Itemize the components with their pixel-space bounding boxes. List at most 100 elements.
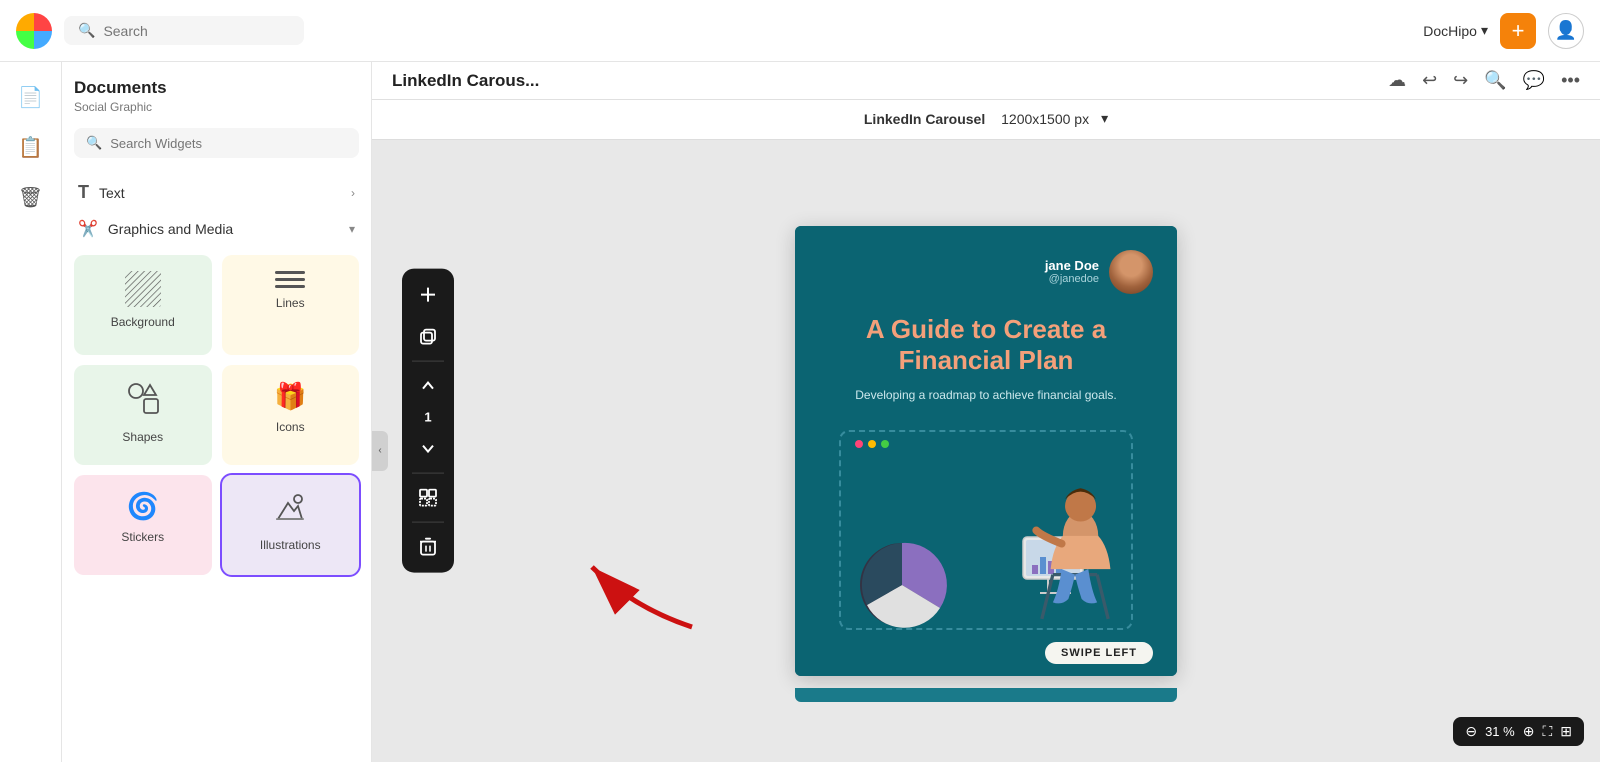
user-profile-button[interactable]: 👤: [1548, 13, 1584, 49]
headline-line2: Financial Plan: [899, 345, 1074, 375]
text-section-icon: T: [78, 182, 89, 203]
card-bottom-bar: [795, 688, 1177, 702]
zoom-in-button[interactable]: ⊕: [1523, 723, 1535, 740]
delete-element-button[interactable]: [408, 526, 448, 566]
background-label: Background: [111, 315, 175, 329]
search-canvas-icon[interactable]: 🔍: [1484, 70, 1506, 91]
graphics-section-label: ✂️ Graphics and Media: [78, 219, 233, 239]
canvas-area: LinkedIn Carous... ☁ ↩ ↪ 🔍 💬 ••• LinkedI…: [372, 62, 1600, 762]
doc-type-label: LinkedIn Carousel: [864, 111, 985, 127]
shapes-label: Shapes: [122, 430, 163, 444]
lines-label: Lines: [276, 296, 305, 310]
card-profile-row: jane Doe @janedoe: [819, 250, 1153, 294]
user-icon: 👤: [1555, 20, 1577, 41]
fullscreen-button[interactable]: ⛶: [1542, 723, 1552, 740]
doc-dimensions: 1200x1500 px: [1001, 111, 1089, 127]
dot-red: [855, 440, 863, 448]
text-chevron-icon: ›: [351, 186, 355, 200]
sidebar-item-document[interactable]: 📄: [8, 74, 54, 120]
zoom-out-button[interactable]: ⊖: [1465, 723, 1477, 740]
widget-grid: Background Lines: [74, 255, 359, 575]
add-button[interactable]: +: [1500, 13, 1536, 49]
canvas-header-right: ☁ ↩ ↪ 🔍 💬 •••: [1388, 70, 1580, 91]
headline-line1: A Guide to Create a: [866, 314, 1106, 344]
lines-icon: [275, 271, 305, 288]
search-input[interactable]: [103, 23, 290, 39]
main-layout: 📄 📋 🗑 Documents Social Graphic 🔍 T Text …: [0, 62, 1600, 762]
zoom-bar: ⊖ 31 % ⊕ ⛶ ⊞: [1453, 717, 1584, 746]
search-box[interactable]: 🔍: [64, 16, 304, 45]
duplicate-button[interactable]: [408, 316, 448, 356]
collapse-panel-handle[interactable]: ‹: [372, 431, 388, 471]
page-number: 1: [424, 409, 431, 424]
brand-chevron-icon: ▾: [1481, 22, 1488, 39]
illustrations-widget-card[interactable]: Illustrations: [222, 475, 360, 575]
canvas-doc-title: LinkedIn Carous...: [392, 71, 539, 91]
graphics-chevron-icon: ▾: [349, 222, 355, 236]
red-arrow-annotation: [572, 547, 702, 642]
text-section-row[interactable]: T Text ›: [74, 174, 359, 211]
redo-icon[interactable]: ↪: [1453, 70, 1468, 91]
undo-icon[interactable]: ↩: [1422, 70, 1437, 91]
vertical-toolbar: 1: [402, 268, 454, 572]
widget-search-icon: 🔍: [86, 135, 102, 151]
scissors-icon: ✂️: [78, 219, 98, 239]
card-inner: jane Doe @janedoe A Guide to Create a Fi…: [795, 226, 1177, 630]
widgets-panel: Documents Social Graphic 🔍 T Text › ✂️ G…: [62, 62, 372, 762]
topbar-right: DocHipo ▾ + 👤: [1423, 13, 1584, 49]
sidebar-item-notes[interactable]: 📋: [8, 124, 54, 170]
window-dots: [855, 440, 889, 448]
lines-widget-card[interactable]: Lines: [222, 255, 360, 355]
profile-name: jane Doe: [1045, 258, 1099, 273]
shapes-widget-card[interactable]: Shapes: [74, 365, 212, 465]
sticker-icon: 🌀: [127, 491, 159, 522]
card-subtext: Developing a roadmap to achieve financia…: [819, 388, 1153, 402]
grid-layout-button[interactable]: [408, 477, 448, 517]
dot-yellow: [868, 440, 876, 448]
more-options-icon[interactable]: •••: [1561, 70, 1580, 91]
add-element-button[interactable]: [408, 274, 448, 314]
canvas-header: LinkedIn Carous... ☁ ↩ ↪ 🔍 💬 •••: [372, 62, 1600, 100]
zoom-percent-label: 31 %: [1485, 724, 1515, 739]
card-illustration: [819, 420, 1153, 630]
icons-widget-card[interactable]: 🎁 Icons: [222, 365, 360, 465]
widget-search-box[interactable]: 🔍: [74, 128, 359, 158]
illustrations-label: Illustrations: [260, 538, 321, 552]
stickers-label: Stickers: [121, 530, 164, 544]
swipe-left-button[interactable]: SWIPE LEFT: [1045, 642, 1153, 664]
app-logo[interactable]: [16, 13, 52, 49]
panel-title: Documents: [74, 78, 359, 98]
next-page-button[interactable]: [408, 428, 448, 468]
size-chevron-icon: ▾: [1101, 110, 1108, 127]
cloud-save-icon[interactable]: ☁: [1388, 70, 1406, 91]
prev-page-button[interactable]: [408, 365, 448, 405]
illustrations-icon: [274, 491, 306, 530]
background-widget-card[interactable]: Background: [74, 255, 212, 355]
profile-avatar: [1109, 250, 1153, 294]
sidebar-item-trash[interactable]: 🗑: [8, 174, 54, 220]
panel-subtitle: Social Graphic: [74, 100, 359, 114]
pie-chart: [847, 520, 967, 630]
doc-size-bar: LinkedIn Carousel 1200x1500 px ▾: [372, 100, 1600, 140]
card-name-block: jane Doe @janedoe: [1045, 258, 1099, 285]
doc-size-label[interactable]: LinkedIn Carousel 1200x1500 px ▾: [864, 110, 1108, 127]
shapes-icon: [126, 381, 160, 422]
grid-view-button[interactable]: ⊞: [1560, 723, 1572, 740]
background-icon: [125, 271, 161, 307]
text-label: Text: [99, 185, 125, 201]
brand-name-label: DocHipo: [1423, 23, 1477, 39]
document-icon: 📄: [18, 85, 43, 110]
graphics-section-row[interactable]: ✂️ Graphics and Media ▾: [74, 211, 359, 247]
trash-icon: 🗑: [18, 185, 43, 210]
page-indicator: 1: [408, 407, 448, 426]
widget-search-input[interactable]: [110, 136, 347, 151]
person-illustration: [1015, 475, 1135, 630]
notes-icon: 📋: [18, 135, 43, 160]
card-footer: SWIPE LEFT: [795, 630, 1177, 676]
topbar: 🔍 DocHipo ▾ + 👤: [0, 0, 1600, 62]
stickers-widget-card[interactable]: 🌀 Stickers: [74, 475, 212, 575]
profile-handle: @janedoe: [1045, 273, 1099, 285]
comments-icon[interactable]: 💬: [1523, 70, 1545, 91]
brand-selector[interactable]: DocHipo ▾: [1423, 22, 1488, 39]
graphics-label: Graphics and Media: [108, 221, 233, 237]
